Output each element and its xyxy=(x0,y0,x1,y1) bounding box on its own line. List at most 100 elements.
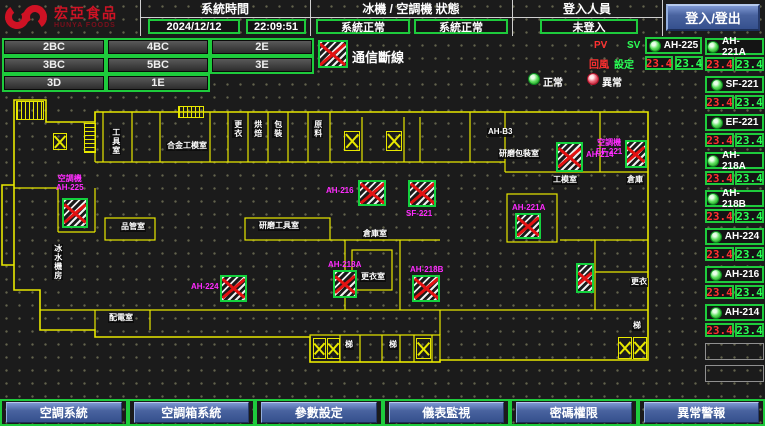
room-label: 烘焙 xyxy=(252,120,263,138)
floor-button-3bc[interactable]: 3BC xyxy=(4,58,104,72)
menu-abnormal-alarm-button[interactable]: 異常警報 xyxy=(644,402,760,423)
pv-value: 23.4 xyxy=(705,171,734,185)
pv-label: PV xyxy=(594,40,607,51)
floor-button-3d[interactable]: 3D xyxy=(4,76,104,90)
logo-title: 宏亞食品 xyxy=(54,6,118,20)
sv-value: 23.4 xyxy=(735,171,764,185)
pv-value: 23.4 xyxy=(705,209,734,223)
device-name: EF-221 xyxy=(726,117,759,128)
pv-desc-label: 回風 xyxy=(589,56,609,71)
comm-loss-unit[interactable] xyxy=(333,270,357,298)
status-lamp-icon xyxy=(707,193,719,205)
sv-label: SV xyxy=(627,40,640,51)
stair-icon xyxy=(178,106,204,118)
status-lamp-icon xyxy=(711,79,723,91)
menu-hvac-system-button[interactable]: 空調系統 xyxy=(6,402,122,423)
pv-value: 23.4 xyxy=(705,57,734,71)
sv-value: 23.4 xyxy=(735,133,764,147)
sv-value: 23.4 xyxy=(735,285,764,299)
room-label: 包裝 xyxy=(272,120,283,138)
comm-loss-unit[interactable] xyxy=(62,198,88,228)
room-label: 倉庫 xyxy=(626,176,644,185)
shaft-x-icon xyxy=(327,338,340,359)
login-logout-button[interactable]: 登入/登出 xyxy=(666,4,760,31)
equipment-label: 空調機AH-225 xyxy=(56,174,84,192)
comm-loss-unit[interactable] xyxy=(358,180,386,206)
room-label: 研磨工具室 xyxy=(258,222,300,231)
device-ah-216[interactable]: AH-216 xyxy=(705,266,764,283)
floor-button-2e[interactable]: 2E xyxy=(212,40,312,54)
login-user-value: 未登入 xyxy=(540,19,638,34)
status-lamp-icon xyxy=(710,307,722,319)
room-label: 合金工模室 xyxy=(166,142,208,151)
sv-value: 23.4 xyxy=(735,323,764,337)
system-clock-value: 22:09:51 xyxy=(246,19,306,34)
sv-value: 23.4 xyxy=(735,57,764,71)
equipment-label: AH-221A xyxy=(512,203,545,212)
device-name: AH-214 xyxy=(725,307,759,318)
comm-loss-unit[interactable] xyxy=(412,275,440,302)
floor-button-2bc[interactable]: 2BC xyxy=(4,40,104,54)
stair-icon xyxy=(16,101,44,120)
device-name: AH-218A xyxy=(722,150,762,172)
comm-loss-unit[interactable] xyxy=(515,213,541,239)
menu-meter-monitor-button[interactable]: 儀表監視 xyxy=(389,402,505,423)
device-ah-221a[interactable]: AH-221A xyxy=(705,38,764,55)
floor-button-4bc[interactable]: 4BC xyxy=(108,40,208,54)
device-ah-224[interactable]: AH-224 xyxy=(705,228,764,245)
sv-desc-label: 設定 xyxy=(614,56,634,71)
equipment-label: 空調機EF-221 xyxy=(596,138,622,156)
device-ah-214[interactable]: AH-214 xyxy=(705,304,764,321)
comm-loss-unit[interactable] xyxy=(576,263,594,293)
shaft-x-icon xyxy=(618,337,632,359)
pv-value: 23.4 xyxy=(645,56,673,70)
stair-icon xyxy=(84,123,96,153)
room-label: 梯 xyxy=(632,322,642,331)
floor-selector: 2BC 4BC 2E 3BC 5BC 3E 3D 1E xyxy=(2,38,314,92)
room-label: 冰水機房 xyxy=(52,244,63,280)
divider xyxy=(662,0,663,36)
menu-parameter-settings-button[interactable]: 參數設定 xyxy=(261,402,377,423)
shaft-x-icon xyxy=(313,338,326,359)
device-sf-221[interactable]: SF-221 xyxy=(705,76,764,93)
device-name: AH-221A xyxy=(722,36,762,58)
comm-loss-unit[interactable] xyxy=(408,180,436,207)
system-time-label: 系統時間 xyxy=(140,1,310,16)
machine-status-label: 冰機 / 空調機 狀態 xyxy=(310,1,512,16)
empty-device-slot xyxy=(705,365,764,382)
floor-button-1e[interactable]: 1E xyxy=(108,76,208,90)
status-lamp-icon xyxy=(710,231,722,243)
pv-value: 23.4 xyxy=(705,133,734,147)
room-label: 品管室 xyxy=(120,223,146,232)
comm-loss-unit[interactable] xyxy=(556,142,583,172)
status-lamp-icon xyxy=(710,269,722,281)
equipment-label: AH-216 xyxy=(326,186,354,195)
floor-button-5bc[interactable]: 5BC xyxy=(108,58,208,72)
sv-value: 23.4 xyxy=(675,56,703,70)
menu-ahu-system-button[interactable]: 空調箱系統 xyxy=(134,402,250,423)
device-ef-221[interactable]: EF-221 xyxy=(705,114,764,131)
device-ah-218b[interactable]: AH-218B xyxy=(705,190,764,207)
room-label: 梯 xyxy=(344,341,354,350)
system-date-value: 2024/12/12 xyxy=(148,19,240,34)
comm-loss-unit[interactable] xyxy=(625,140,647,168)
ahu-status-value: 系統正常 xyxy=(414,19,508,34)
room-label: 更衣 xyxy=(630,278,648,287)
abnormal-label: 異常 xyxy=(602,74,622,89)
menu-password-permission-button[interactable]: 密碼權限 xyxy=(516,402,632,423)
empty-device-slot xyxy=(705,343,764,360)
floor-plan: 空調機AH-225AH-216SF-221AH-224AH-218AAH-218… xyxy=(0,92,660,396)
status-lamp-icon xyxy=(649,40,661,52)
device-ah-225[interactable]: AH-225 xyxy=(645,37,702,54)
sv-value: 23.4 xyxy=(735,209,764,223)
equipment-label: AH-218B xyxy=(410,265,443,274)
login-user-label: 登入人員 xyxy=(512,1,662,16)
status-lamp-icon xyxy=(707,41,719,53)
comm-loss-unit[interactable] xyxy=(220,275,247,302)
device-ah-218a[interactable]: AH-218A xyxy=(705,152,764,169)
normal-lamp-icon xyxy=(528,73,540,85)
equipment-label: SF-221 xyxy=(406,209,432,218)
pv-value: 23.4 xyxy=(705,323,734,337)
status-lamp-icon xyxy=(711,117,723,129)
floor-button-3e[interactable]: 3E xyxy=(212,58,312,72)
